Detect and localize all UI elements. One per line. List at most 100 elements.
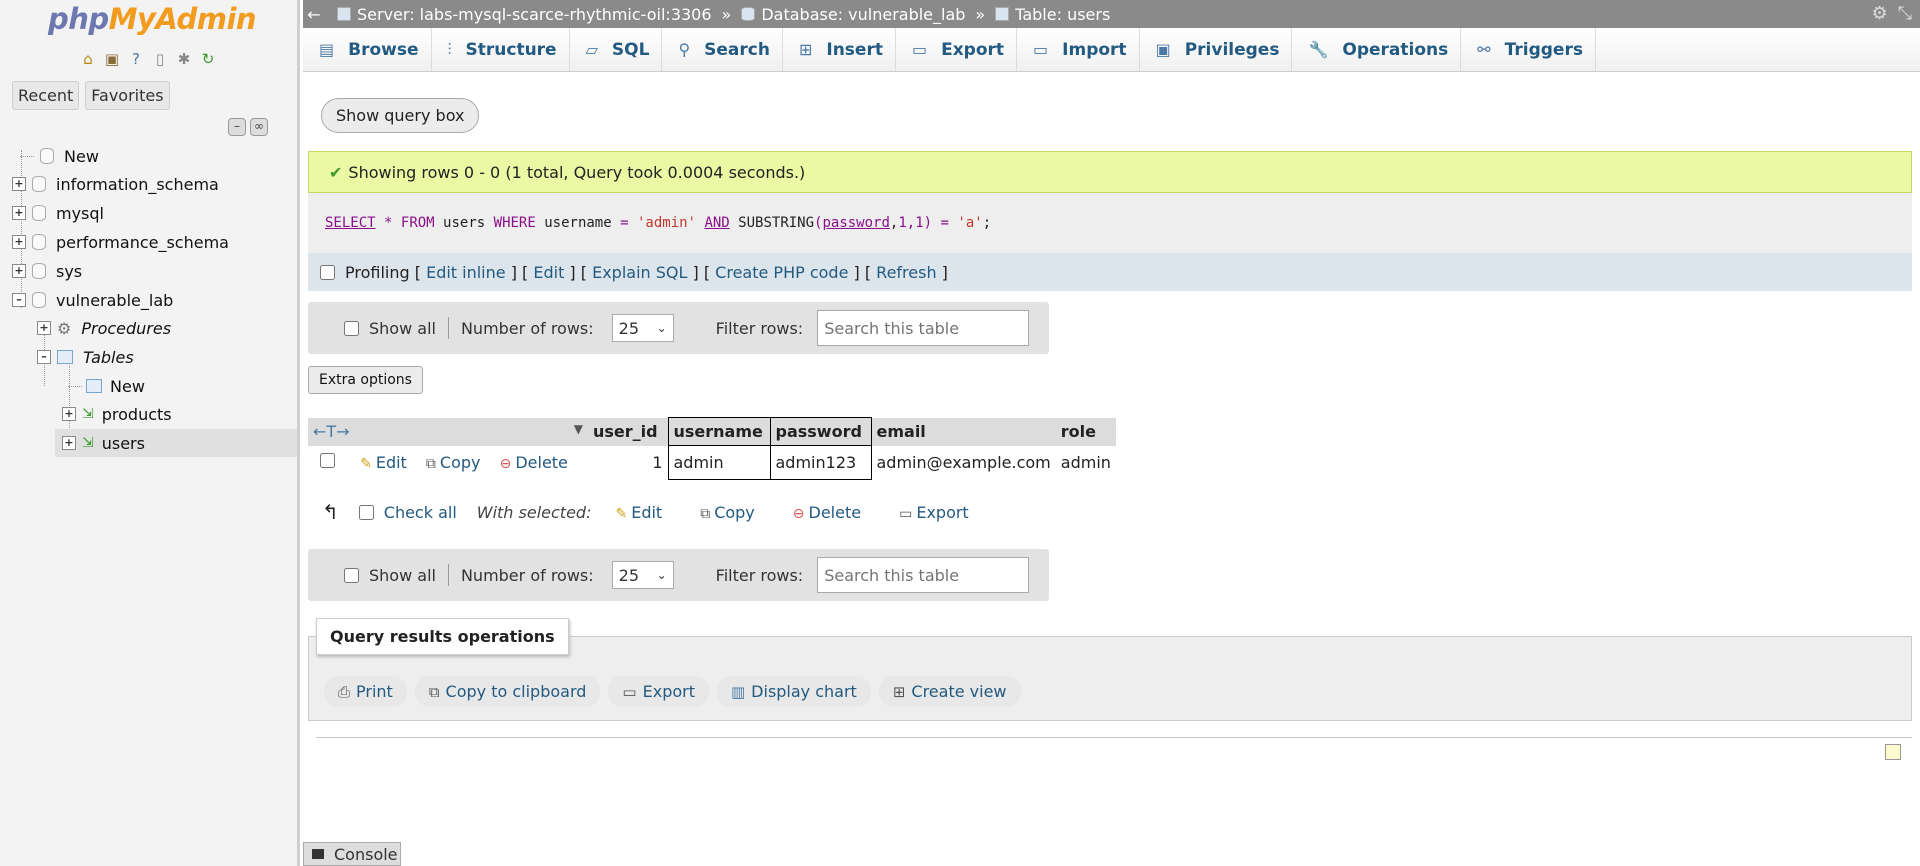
- reload-icon[interactable]: ↻: [198, 50, 218, 68]
- expand-icon[interactable]: +: [12, 235, 26, 249]
- column-header[interactable]: username: [667, 417, 771, 446]
- cell-role[interactable]: admin: [1056, 446, 1116, 480]
- edit-link[interactable]: Edit: [533, 263, 564, 282]
- extra-options-button[interactable]: Extra options: [308, 366, 423, 394]
- breadcrumb-server[interactable]: Server: labs-mysql-scarce-rhythmic-oil:3…: [337, 5, 712, 24]
- tab-import[interactable]: ▭ Import: [1017, 28, 1140, 71]
- tab-browse[interactable]: ▤ Browse: [303, 28, 432, 71]
- row-checkbox[interactable]: [320, 453, 335, 468]
- export-icon: ▭: [622, 682, 637, 701]
- settings-icon[interactable]: ✱: [174, 50, 194, 68]
- collapse-sidebar-icon[interactable]: ←: [303, 5, 325, 24]
- cell-password[interactable]: admin123: [769, 445, 872, 480]
- bookmark-icon[interactable]: [1885, 744, 1901, 760]
- tree-item-users[interactable]: + ⇲ users: [55, 429, 297, 457]
- display-chart-button[interactable]: ▥ Display chart: [716, 676, 871, 707]
- tab-export[interactable]: ▭ Export: [896, 28, 1018, 71]
- sort-dropdown-icon[interactable]: ▼: [574, 422, 583, 436]
- tab-search[interactable]: ⚲ Search: [662, 28, 783, 71]
- help-icon[interactable]: ?: [126, 50, 146, 68]
- tree-item-products[interactable]: + ⇲ products: [62, 400, 172, 428]
- show-all-checkbox[interactable]: [344, 567, 359, 583]
- refresh-link[interactable]: Refresh: [876, 263, 936, 282]
- tree-item-performance-schema[interactable]: + performance_schema: [12, 228, 229, 256]
- maximize-icon[interactable]: ⤡: [1898, 3, 1912, 24]
- row-copy-link[interactable]: ⧉ Copy: [426, 453, 481, 472]
- recent-tab[interactable]: Recent: [12, 81, 80, 110]
- check-all-checkbox[interactable]: [358, 504, 374, 520]
- docs-icon[interactable]: ▯: [150, 50, 170, 68]
- with-selected-label: With selected:: [476, 502, 592, 522]
- column-header[interactable]: role: [1055, 417, 1116, 446]
- import-icon: ▭: [1033, 40, 1049, 59]
- tab-privileges[interactable]: ▣ Privileges: [1140, 28, 1293, 71]
- explain-sql-link[interactable]: Explain SQL: [592, 263, 687, 282]
- create-view-button[interactable]: ⊞ Create view: [878, 676, 1021, 707]
- tree-item-sys[interactable]: + sys: [12, 257, 82, 285]
- show-all-checkbox[interactable]: [344, 320, 359, 336]
- wrench-icon: 🔧: [1308, 40, 1329, 59]
- rows-select[interactable]: 25 ⌄: [611, 314, 674, 342]
- filter-rows-input[interactable]: Search this table: [817, 310, 1030, 346]
- column-header[interactable]: email: [871, 417, 1056, 446]
- rows-select[interactable]: 25 ⌄: [611, 561, 674, 589]
- check-all-link[interactable]: Check all: [384, 503, 457, 522]
- tree-item-procedures[interactable]: + ⚙ Procedures: [37, 314, 171, 342]
- breadcrumb-database[interactable]: Database: vulnerable_lab: [741, 5, 965, 24]
- collapse-icon[interactable]: –: [12, 293, 26, 307]
- table-icon: [995, 7, 1010, 21]
- tab-triggers[interactable]: ⚯ Triggers: [1461, 28, 1596, 71]
- cell-email[interactable]: admin@example.com: [871, 446, 1056, 480]
- column-header[interactable]: password: [769, 417, 872, 446]
- tree-item-vulnerable-lab[interactable]: – vulnerable_lab: [12, 286, 173, 314]
- tab-operations[interactable]: 🔧 Operations: [1292, 28, 1462, 71]
- print-button[interactable]: ⎙ Print: [324, 676, 407, 707]
- column-header[interactable]: user_id: [588, 417, 668, 446]
- collapse-all-icon[interactable]: –: [228, 118, 246, 136]
- tree-item-tables[interactable]: – Tables: [37, 343, 134, 371]
- tab-sql[interactable]: ▱ SQL: [570, 28, 663, 71]
- tree-item-mysql[interactable]: + mysql: [12, 199, 104, 227]
- tree-item-information-schema[interactable]: + information_schema: [12, 170, 219, 198]
- browse-icon: ▤: [319, 40, 335, 59]
- expand-icon[interactable]: +: [37, 321, 51, 335]
- create-php-code-link[interactable]: Create PHP code: [715, 263, 848, 282]
- export-button[interactable]: ▭ Export: [608, 676, 709, 707]
- edit-inline-link[interactable]: Edit inline: [426, 263, 506, 282]
- table-icon: ⇲: [82, 435, 94, 451]
- console-toggle[interactable]: Console: [303, 842, 401, 866]
- bulk-edit-button[interactable]: ✎ Edit: [615, 503, 662, 522]
- settings-gear-icon[interactable]: ⚙: [1871, 3, 1887, 24]
- bulk-export-button[interactable]: ▭ Export: [899, 503, 969, 522]
- column-resize-handle[interactable]: ←T→ ▼: [308, 417, 588, 446]
- expand-icon[interactable]: +: [12, 264, 26, 278]
- cell-username[interactable]: admin: [667, 445, 771, 480]
- checkmark-icon: ✔: [329, 162, 343, 182]
- bulk-delete-button[interactable]: ⊖ Delete: [793, 503, 861, 522]
- expand-icon[interactable]: +: [12, 206, 26, 220]
- expand-icon[interactable]: +: [62, 407, 76, 421]
- show-query-box-button[interactable]: Show query box: [321, 98, 480, 133]
- link-with-main-icon[interactable]: ∞: [250, 118, 268, 136]
- home-icon[interactable]: ⌂: [78, 50, 98, 68]
- bulk-copy-button[interactable]: ⧉ Copy: [700, 503, 755, 522]
- favorites-tab[interactable]: Favorites: [85, 81, 170, 110]
- search-icon: ⚲: [678, 40, 691, 59]
- tree-item-new-table[interactable]: New: [68, 372, 145, 400]
- cell-user-id[interactable]: 1: [588, 446, 668, 480]
- phpmyadmin-logo[interactable]: phpMyAdmin: [48, 2, 257, 36]
- tree-item-new-database[interactable]: New: [20, 142, 99, 170]
- tab-insert[interactable]: ⊞ Insert: [783, 28, 896, 71]
- server-icon: [337, 7, 351, 21]
- tab-structure[interactable]: ⫶ Structure: [432, 28, 570, 71]
- collapse-icon[interactable]: –: [37, 350, 51, 364]
- row-edit-link[interactable]: ✎ Edit: [360, 453, 407, 472]
- breadcrumb-table[interactable]: Table: users: [995, 5, 1110, 24]
- logout-icon[interactable]: ▣: [102, 50, 122, 68]
- expand-icon[interactable]: +: [12, 177, 26, 191]
- expand-icon[interactable]: +: [62, 436, 76, 450]
- filter-rows-input[interactable]: Search this table: [817, 557, 1030, 593]
- profiling-checkbox[interactable]: [320, 264, 335, 280]
- row-delete-link[interactable]: ⊖ Delete: [500, 453, 568, 472]
- copy-to-clipboard-button[interactable]: ⧉ Copy to clipboard: [414, 676, 601, 707]
